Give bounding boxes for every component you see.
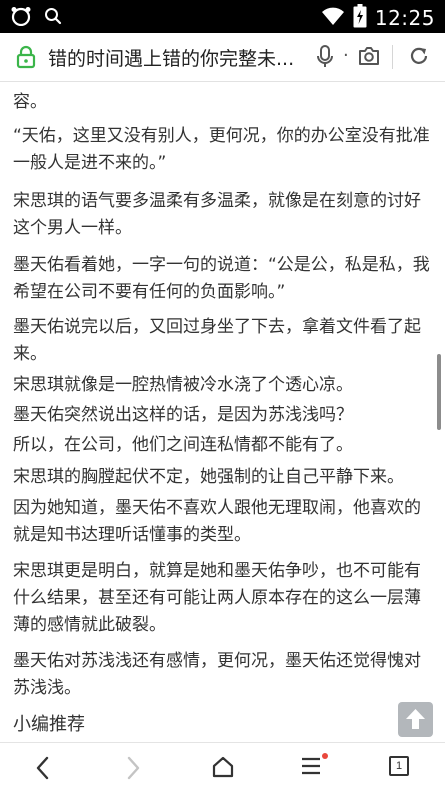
battery-icon — [353, 4, 367, 32]
paragraph: 墨天佑说完以后，又回过身坐了下去，拿着文件看了起来。 — [13, 317, 421, 364]
paragraph: 因为她知道，墨天佑不喜欢人跟他无理取闹，他喜欢的就是知书达理听话懂事的类型。 — [13, 498, 421, 545]
separator-dot-icon: · — [343, 45, 349, 66]
paragraph: 容。 — [13, 92, 47, 112]
home-icon — [212, 756, 234, 778]
paragraph: 所以，在公司，他们之间连私情都不能有了。 — [13, 435, 353, 455]
toolbar-divider — [392, 45, 393, 69]
back-button[interactable] — [34, 755, 52, 785]
chevron-right-icon — [127, 756, 140, 780]
address-bar[interactable]: 错的时间遇上错的你完整未... · — [0, 33, 445, 82]
chevron-left-icon — [36, 756, 49, 780]
status-time: 12:25 — [374, 6, 435, 30]
paragraph: 墨天佑看着她，一字一句的说道：“公是公，私是私，我希望在公司不要有任何的负面影响… — [13, 255, 430, 302]
paragraph: 宋思琪就像是一腔热情被冷水浇了个透心凉。 — [13, 375, 353, 395]
bottom-navigation: 1 — [0, 742, 445, 794]
arrow-up-icon — [406, 709, 425, 729]
paragraph: 墨天佑对苏浅浅还有感情，更何况，墨天佑还觉得愧对苏浅浅。 — [13, 651, 421, 698]
status-bar: 12:25 — [0, 0, 445, 33]
recommend-heading: 小编推荐 — [13, 714, 85, 735]
paragraph: “天佑，这里又没有别人，更何况，你的办公室没有批准一般人是进不来的。” — [13, 126, 430, 173]
wifi-icon — [321, 6, 345, 30]
forward-button[interactable] — [124, 755, 142, 785]
search-icon — [44, 7, 62, 29]
article-content[interactable]: 容。 “天佑，这里又没有别人，更何况，你的办公室没有批准一般人是进不来的。” 宋… — [0, 82, 445, 742]
paragraph: 墨天佑突然说出这样的话，是因为苏浅浅吗？ — [13, 405, 353, 425]
paragraph: 宋思琪的语气要多温柔有多温柔，就像是在刻意的讨好这个男人一样。 — [13, 191, 421, 238]
refresh-icon[interactable] — [408, 45, 430, 71]
back-to-top-button[interactable] — [398, 702, 433, 737]
paragraph: 宋思琪更是明白，就算是她和墨天佑争吵，也不可能有什么结果，甚至还有可能让两人原本… — [13, 561, 421, 635]
page-title[interactable]: 错的时间遇上错的你完整未... — [48, 44, 304, 71]
paragraph: 宋思琪的胸膛起伏不定，她强制的让自己平静下来。 — [13, 467, 404, 487]
app-notification-icon — [10, 6, 32, 30]
tabs-button[interactable]: 1 — [389, 756, 409, 776]
home-button[interactable] — [211, 755, 235, 783]
microphone-icon[interactable] — [316, 45, 334, 73]
menu-button[interactable] — [300, 755, 322, 781]
lock-icon — [16, 45, 36, 73]
menu-icon — [302, 757, 320, 775]
notification-dot — [322, 753, 328, 759]
scrollbar[interactable] — [437, 354, 441, 430]
camera-icon[interactable] — [358, 46, 380, 70]
